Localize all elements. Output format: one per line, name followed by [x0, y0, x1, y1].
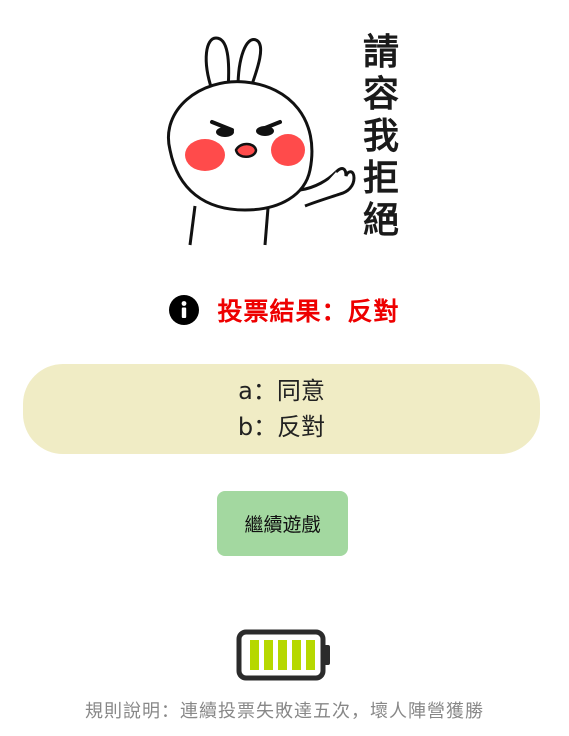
vote-result: 投票結果：反對: [0, 290, 569, 330]
battery-bar: [292, 640, 301, 670]
sticker-caption-char: 絕: [362, 200, 399, 241]
battery-bar: [264, 640, 273, 670]
rules-description: 規則說明：連續投票失敗達五次，壞人陣營獲勝: [85, 701, 484, 722]
option-a-label: a：同意: [238, 377, 325, 405]
sticker-caption-char: 我: [362, 116, 399, 157]
sticker-caption-char: 容: [362, 74, 399, 115]
battery-bar: [278, 640, 287, 670]
info-icon: [169, 295, 200, 325]
sticker-caption: 請 容 我 拒 絕: [357, 32, 405, 242]
vote-result-text: 投票結果：反對: [217, 297, 400, 326]
option-b-label: b：反對: [237, 413, 326, 441]
battery-bar: [250, 640, 259, 670]
sticker-caption-char: 拒: [362, 158, 399, 199]
vote-options-legend: a：同意 b：反對: [23, 364, 540, 454]
battery-icon: [236, 629, 330, 681]
continue-game-button[interactable]: 繼續遊戲: [217, 491, 348, 556]
sticker-caption-char: 請: [362, 32, 399, 73]
battery-bar: [306, 640, 315, 670]
